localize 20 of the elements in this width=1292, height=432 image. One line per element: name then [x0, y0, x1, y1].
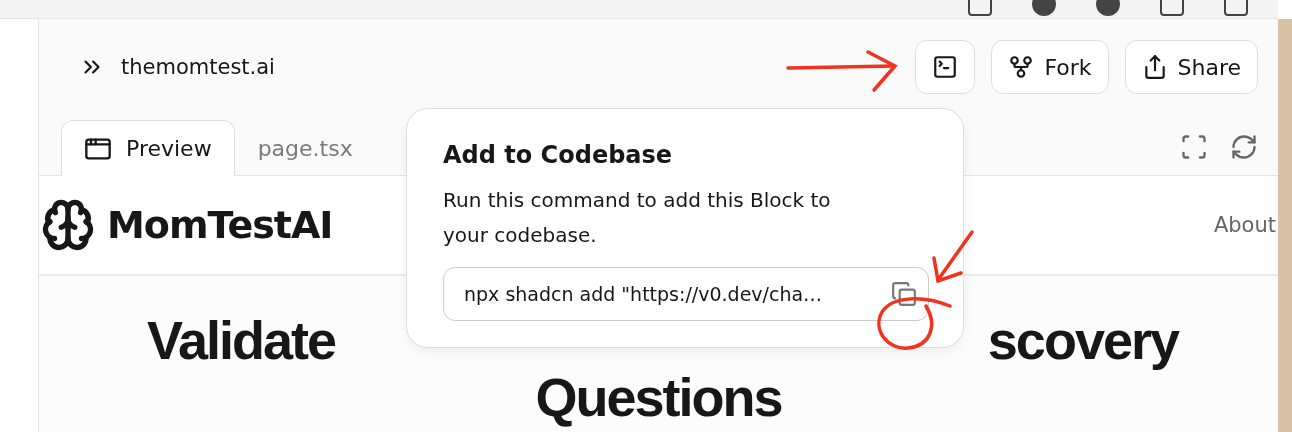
- popover-description: Run this command to add this Block to your codebase.: [443, 187, 832, 249]
- fork-button[interactable]: Fork: [991, 40, 1109, 94]
- terminal-button[interactable]: [915, 40, 976, 94]
- share-button[interactable]: Share: [1124, 40, 1258, 94]
- fullscreen-icon[interactable]: [1180, 133, 1208, 161]
- headline: Validate: [147, 312, 336, 369]
- refresh-icon[interactable]: [1230, 133, 1258, 161]
- headline: scovery: [987, 312, 1178, 369]
- command-field[interactable]: npx shadcn add "https://v0.dev/cha…: [443, 267, 929, 321]
- nav-link[interactable]: About: [1213, 213, 1276, 237]
- tab[interactable]: Preview: [61, 120, 235, 176]
- brain-icon: [41, 198, 95, 252]
- tab[interactable]: page.tsx: [234, 120, 376, 176]
- brand-name: MomTestAI: [107, 203, 333, 247]
- fork-icon: [1008, 54, 1035, 80]
- terminal-icon: [932, 54, 959, 80]
- copy-icon: [891, 281, 917, 307]
- project-title: themomtest.ai: [121, 55, 275, 79]
- popover-title: Add to Codebase: [443, 141, 674, 169]
- headline: Questions: [535, 366, 782, 427]
